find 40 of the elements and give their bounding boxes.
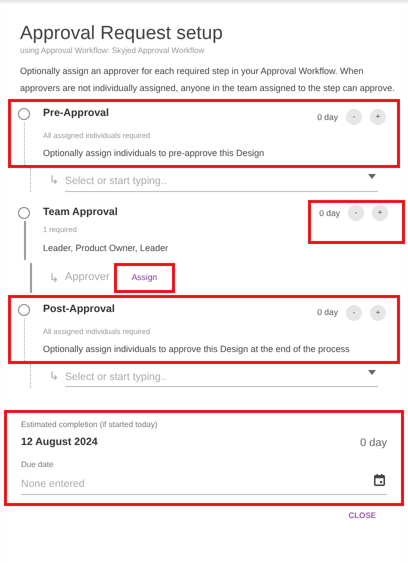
dropdown-caret-icon[interactable] — [368, 370, 376, 375]
due-date-label: Due date — [21, 459, 54, 472]
timeline-line — [24, 221, 26, 260]
step-description: Leader, Product Owner, Leader — [43, 242, 170, 254]
dropdown-caret-icon[interactable] — [368, 174, 376, 180]
estimate-duration: 0 day — [360, 436, 387, 451]
assign-button[interactable]: Assign — [116, 266, 172, 289]
duration-text: 0 day — [317, 110, 338, 124]
select-field[interactable]: Select or start typing.. — [65, 367, 378, 388]
plus-button[interactable]: + — [372, 205, 388, 222]
minus-button[interactable]: - — [348, 205, 364, 222]
approver-label: Approver — [65, 270, 110, 286]
plus-button[interactable]: + — [370, 304, 386, 320]
step-title: Post-Approval — [43, 302, 116, 316]
step-description: Optionally assign individuals to approve this Design at the end of the process — [43, 342, 351, 356]
estimate-date: 12 August 2024 — [21, 434, 98, 450]
duration-text: 0 day — [319, 206, 340, 220]
step-radio[interactable] — [18, 207, 30, 220]
minus-button[interactable]: - — [346, 109, 362, 125]
step-radio[interactable] — [18, 304, 30, 316]
subdirectory-arrow-symbol: ↳ — [49, 270, 59, 286]
calendar-icon[interactable] — [374, 474, 385, 486]
due-date-field[interactable]: None entered — [21, 474, 387, 495]
timeline-line — [24, 122, 25, 166]
step-description: Optionally assign individuals to pre-approve this Design — [43, 147, 266, 160]
estimate-label: Estimated completion (if started today) — [21, 418, 159, 431]
step-title: Team Approval — [43, 205, 119, 220]
select-field[interactable]: Select or start typing.. — [65, 172, 378, 192]
intro-text: Optionally assign an approver for each required step in your Approval Workflow. When approvers are not individually assigned, anyone in the team assigned to the step can approve. — [20, 65, 396, 95]
plus-button[interactable]: + — [370, 109, 386, 125]
dialog-title: Approval Request setup — [20, 23, 224, 45]
close-button[interactable]: CLOSE — [340, 506, 384, 526]
minus-button[interactable]: - — [346, 304, 362, 320]
step-title: Pre-Approval — [43, 106, 110, 121]
duration-text: 0 day — [317, 306, 338, 319]
subdirectory-arrow-symbol: ↳ — [49, 172, 59, 190]
step-radio[interactable] — [18, 108, 30, 120]
timeline-line — [24, 318, 25, 361]
subdirectory-arrow-symbol: ↳ — [49, 368, 59, 385]
workflow-subtitle: using Approval Workflow: Skyjed Approval Workflow — [20, 45, 206, 57]
